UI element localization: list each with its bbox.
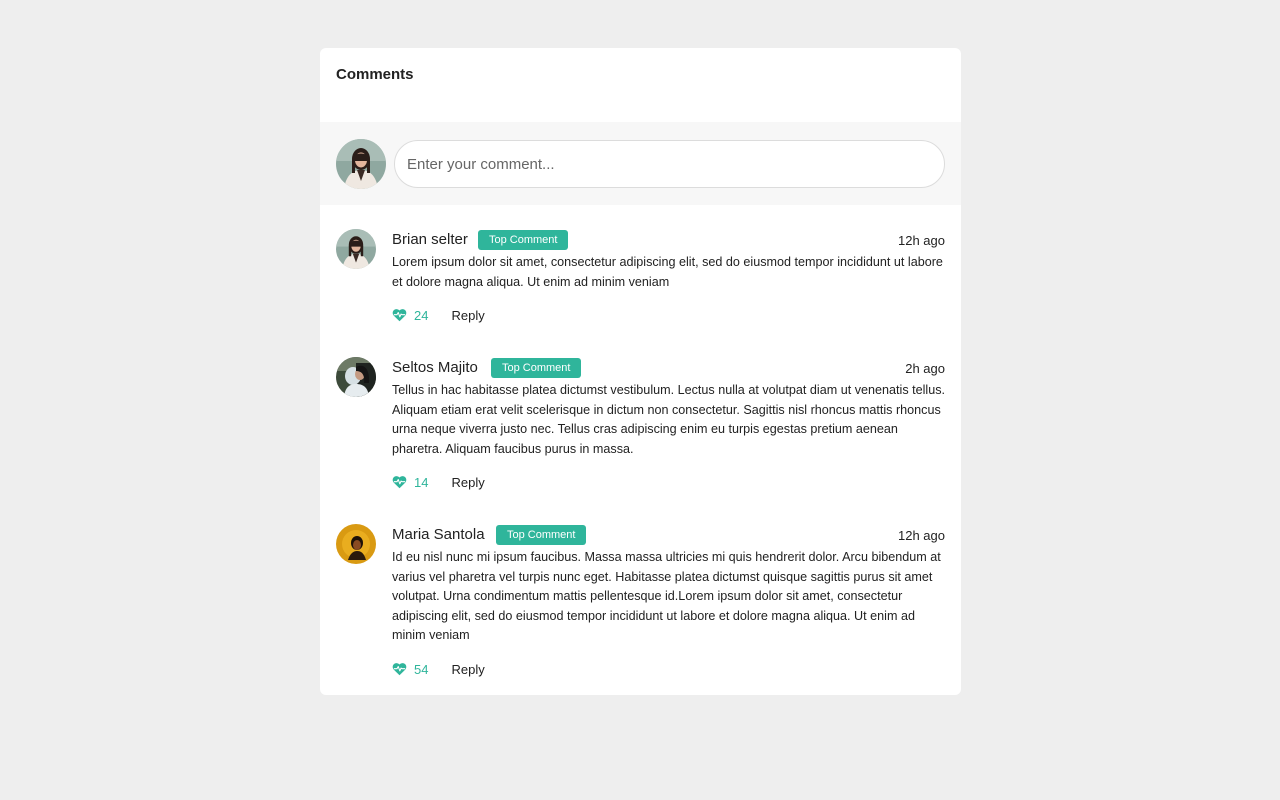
- top-comment-badge: Top Comment: [491, 358, 582, 378]
- comment-timestamp: 12h ago: [898, 528, 945, 543]
- comment-text: Lorem ipsum dolor sit amet, consectetur …: [392, 255, 943, 289]
- comment-actions: 14 Reply: [392, 472, 485, 492]
- comment-author[interactable]: Seltos Majito: [392, 359, 478, 376]
- comment-text: Tellus in hac habitasse platea dictumst …: [392, 383, 946, 456]
- reply-button[interactable]: Reply: [451, 308, 484, 323]
- like-button[interactable]: 24: [392, 308, 428, 323]
- comment-header: Seltos Majito Top Comment 2h ago: [392, 357, 945, 379]
- like-count: 14: [414, 474, 429, 490]
- avatar: [336, 229, 376, 269]
- comment-timestamp: 12h ago: [898, 233, 945, 248]
- like-count: 24: [414, 307, 429, 323]
- comment-timestamp: 2h ago: [905, 361, 945, 376]
- comment-actions: 54 Reply: [392, 659, 485, 679]
- avatar: [336, 524, 376, 564]
- heart-pulse-icon: [392, 663, 407, 676]
- reply-button[interactable]: Reply: [451, 662, 484, 677]
- top-comment-badge: Top Comment: [478, 230, 569, 250]
- comment-text: Id eu nisl nunc mi ipsum faucibus. Massa…: [392, 550, 941, 643]
- avatar-portrait-icon: [336, 524, 376, 564]
- like-button[interactable]: 54: [392, 662, 428, 677]
- comment-header: Brian selter Top Comment 12h ago: [392, 229, 945, 251]
- like-button[interactable]: 14: [392, 475, 428, 490]
- comment-author[interactable]: Brian selter: [392, 231, 468, 248]
- page-title: Comments: [336, 66, 414, 83]
- comment-actions: 24 Reply: [392, 305, 485, 325]
- avatar-portrait-icon: [336, 357, 376, 397]
- avatar-portrait-icon: [336, 229, 376, 269]
- comment-input[interactable]: [394, 140, 945, 188]
- heart-pulse-icon: [392, 309, 407, 322]
- comment-header: Maria Santola Top Comment 12h ago: [392, 524, 945, 546]
- comment-composer: [320, 122, 961, 205]
- top-comment-badge: Top Comment: [496, 525, 587, 545]
- avatar: [336, 357, 376, 397]
- avatar-portrait-icon: [336, 139, 386, 189]
- like-count: 54: [414, 661, 429, 677]
- reply-button[interactable]: Reply: [451, 475, 484, 490]
- comment-author[interactable]: Maria Santola: [392, 526, 485, 543]
- heart-pulse-icon: [392, 476, 407, 489]
- comments-card: Comments Enter your comment... Brian sel…: [320, 48, 961, 695]
- current-user-avatar: [336, 139, 386, 189]
